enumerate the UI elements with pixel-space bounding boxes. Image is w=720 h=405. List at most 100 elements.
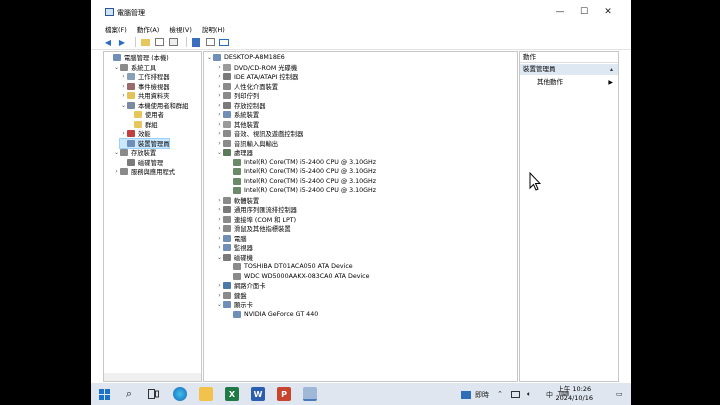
word-icon[interactable]: W <box>251 387 265 401</box>
expand-arrow-icon[interactable]: › <box>216 140 223 147</box>
monitor-view-icon[interactable] <box>219 37 229 47</box>
expand-arrow-icon[interactable]: › <box>216 121 223 128</box>
left-horizontal-scrollbar[interactable] <box>104 373 201 381</box>
powerpoint-icon[interactable]: P <box>277 387 291 401</box>
menu-help[interactable]: 說明(H) <box>202 24 225 34</box>
start-button[interactable] <box>97 387 111 401</box>
device_tree-tree-item[interactable]: ⌄ DESKTOP-A8M18E6 <box>206 53 285 63</box>
clock[interactable]: 上午 10:26 2024/10/16 <box>556 385 593 403</box>
volume-icon[interactable]: 🔈︎ <box>527 390 531 399</box>
menu-view[interactable]: 檢視(V) <box>169 24 192 34</box>
back-icon[interactable]: ◀ <box>103 37 113 47</box>
left_tree-tree-item[interactable]: › 工作排程器 <box>120 72 169 82</box>
expand-arrow-icon[interactable]: › <box>216 92 223 99</box>
excel-icon[interactable]: X <box>225 387 239 401</box>
expand-arrow-icon[interactable]: › <box>216 225 223 232</box>
left_tree-tree-item[interactable]: › 服務與應用程式 <box>113 167 175 177</box>
left_tree-tree-item[interactable]: ⌄ 本機使用者和群組 <box>120 101 188 111</box>
device_tree-tree-item[interactable]: › 滑鼠及其他指標裝置 <box>216 224 291 234</box>
menu-action[interactable]: 動作(A) <box>137 24 160 34</box>
forward-icon[interactable]: ▶ <box>117 37 127 47</box>
device_tree-tree-item[interactable]: › 系統裝置 <box>216 110 259 120</box>
expand-arrow-icon[interactable]: › <box>216 216 223 223</box>
notification-icon[interactable]: ▭ <box>616 390 623 398</box>
collapse-icon[interactable]: ▴ <box>610 64 613 75</box>
more-actions-item[interactable]: 其他動作 ▶ <box>520 77 618 88</box>
device_tree-tree-item[interactable]: › 人性化介面裝置 <box>216 82 278 92</box>
device_tree-tree-item[interactable]: › 列印佇列 <box>216 91 259 101</box>
device_tree-tree-item[interactable]: › 連接埠 (COM 和 LPT) <box>216 215 296 225</box>
ime-indicator[interactable]: 中 <box>546 390 553 400</box>
left_tree-tree-item[interactable]: 裝置管理員 <box>118 137 171 149</box>
expand-arrow-icon[interactable]: › <box>216 282 223 289</box>
left_tree-tree-item[interactable]: ⌄ 存放裝置 <box>113 148 156 158</box>
device_tree-tree-item[interactable]: › 音訊輸入與輸出 <box>216 139 278 149</box>
device_tree-tree-item[interactable]: ⌄ 處理器 <box>216 148 253 158</box>
console-tree-pane[interactable]: 電腦管理 (本機) ⌄ 系統工具 › 工作排程器 › 事件檢視器 › 共用資料夾 ⌄ 本機使用者和群… <box>103 51 202 382</box>
collapse-arrow-icon[interactable]: ⌄ <box>120 102 127 109</box>
computer-management-taskbar-icon[interactable] <box>303 387 317 401</box>
properties-icon[interactable] <box>168 37 178 47</box>
device_tree-tree-item[interactable]: › 監視器 <box>216 243 253 253</box>
expand-arrow-icon[interactable]: › <box>216 73 223 80</box>
left_tree-tree-item[interactable]: 群組 <box>127 120 158 130</box>
left_tree-tree-item[interactable]: › 效能 <box>120 129 151 139</box>
device_tree-tree-item[interactable]: › 電腦 <box>216 234 247 244</box>
left_tree-tree-item[interactable]: › 共用資料夾 <box>120 91 169 101</box>
collapse-arrow-icon[interactable]: ⌄ <box>113 64 120 71</box>
device-tree-pane[interactable]: ⌄ DESKTOP-A8M18E6 › DVD/CD-ROM 光碟機 › IDE ATA/… <box>203 51 518 382</box>
up-folder-icon[interactable] <box>140 37 150 47</box>
device_tree-tree-item[interactable]: › 其他裝置 <box>216 120 259 130</box>
collapse-arrow-icon[interactable]: ⌄ <box>113 149 120 156</box>
expand-arrow-icon[interactable]: › <box>120 83 127 90</box>
device_tree-tree-item[interactable]: › 存放控制器 <box>216 101 265 111</box>
maximize-button[interactable]: ☐ <box>572 5 596 19</box>
actions-section-device-manager[interactable]: 裝置管理員 ▴ <box>520 64 618 75</box>
expand-arrow-icon[interactable]: › <box>216 292 223 299</box>
network-icon[interactable] <box>511 391 520 398</box>
expand-arrow-icon[interactable]: › <box>120 130 127 137</box>
device_tree-tree-item[interactable]: Intel(R) Core(TM) i5-2400 CPU @ 3.10GHz <box>226 186 376 196</box>
collapse-arrow-icon[interactable]: ⌄ <box>216 301 223 308</box>
expand-arrow-icon[interactable]: › <box>216 111 223 118</box>
device_tree-tree-item[interactable]: › 音效、視訊及遊戲控制器 <box>216 129 303 139</box>
device_tree-tree-item[interactable]: › 軟體裝置 <box>216 196 259 206</box>
title-bar[interactable]: 電腦管理 — ☐ ✕ <box>91 0 631 22</box>
device_tree-tree-item[interactable]: ⌄ 磁碟機 <box>216 253 253 263</box>
file-explorer-icon[interactable] <box>199 387 213 401</box>
show-hidden-icons[interactable]: ⌃ <box>497 390 503 398</box>
expand-arrow-icon[interactable]: › <box>216 130 223 137</box>
left_tree-tree-item[interactable]: 電腦管理 (本機) <box>106 53 169 63</box>
expand-arrow-icon[interactable]: › <box>216 244 223 251</box>
device_tree-tree-item[interactable]: › 鍵盤 <box>216 291 247 301</box>
expand-arrow-icon[interactable]: › <box>113 168 120 175</box>
expand-arrow-icon[interactable]: › <box>216 102 223 109</box>
device_tree-tree-item[interactable]: Intel(R) Core(TM) i5-2400 CPU @ 3.10GHz <box>226 167 376 177</box>
weather-text[interactable]: 即時 <box>475 390 489 400</box>
device_tree-tree-item[interactable]: ⌄ 顯示卡 <box>216 300 253 310</box>
action-pane-icon[interactable] <box>205 37 215 47</box>
minimize-button[interactable]: — <box>548 5 572 19</box>
expand-arrow-icon[interactable]: › <box>216 206 223 213</box>
edge-icon[interactable] <box>173 387 187 401</box>
device_tree-tree-item[interactable]: Intel(R) Core(TM) i5-2400 CPU @ 3.10GHz <box>226 158 376 168</box>
device_tree-tree-item[interactable]: › IDE ATA/ATAPI 控制器 <box>216 72 298 82</box>
left_tree-tree-item[interactable]: ⌄ 系統工具 <box>113 63 156 73</box>
device_tree-tree-item[interactable]: › DVD/CD-ROM 光碟機 <box>216 63 297 73</box>
device_tree-tree-item[interactable]: NVIDIA GeForce GT 440 <box>226 310 318 320</box>
device_tree-tree-item[interactable]: Intel(R) Core(TM) i5-2400 CPU @ 3.10GHz <box>226 177 376 187</box>
device_tree-tree-item[interactable]: TOSHIBA DT01ACA050 ATA Device <box>226 262 353 272</box>
expand-arrow-icon[interactable]: › <box>120 73 127 80</box>
left_tree-tree-item[interactable]: 磁碟管理 <box>120 158 163 168</box>
expand-arrow-icon[interactable]: › <box>216 64 223 71</box>
expand-arrow-icon[interactable]: › <box>216 235 223 242</box>
search-icon[interactable]: ⌕ <box>122 387 136 401</box>
device_tree-tree-item[interactable]: WDC WD5000AAKX-083CA0 ATA Device <box>226 272 370 282</box>
left_tree-tree-item[interactable]: 使用者 <box>127 110 164 120</box>
device_tree-tree-item[interactable]: › 通用序列匯流排控制器 <box>216 205 297 215</box>
collapse-arrow-icon[interactable]: ⌄ <box>216 254 223 261</box>
menu-file[interactable]: 檔案(F) <box>105 24 127 34</box>
expand-arrow-icon[interactable]: › <box>120 92 127 99</box>
collapse-arrow-icon[interactable]: ⌄ <box>206 54 213 61</box>
task-view-icon[interactable] <box>146 387 160 401</box>
